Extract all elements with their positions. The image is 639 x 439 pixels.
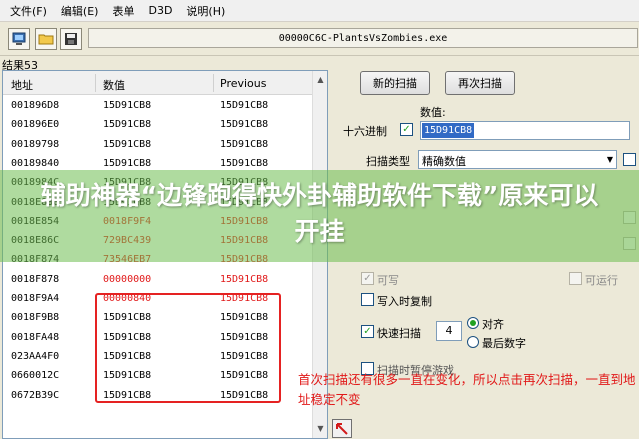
cell-address: 0018F9A4 <box>11 293 60 304</box>
process-name-field: 00000C6C-PlantsVsZombies.exe <box>88 28 638 48</box>
menu-item[interactable]: 文件(F) <box>4 1 53 21</box>
cell-value: 15D91CB8 <box>103 389 152 401</box>
open-file-button[interactable] <box>35 28 57 50</box>
table-row[interactable]: 0672B39C 15D91CB8 15D91CB8 <box>3 387 312 406</box>
scan-type-label: 扫描类型 <box>366 155 410 168</box>
arrow-icon <box>336 422 348 435</box>
pointer-button[interactable] <box>332 419 352 438</box>
cell-previous: 15D91CB8 <box>220 331 269 343</box>
table-row[interactable]: 00189798 15D91CB8 15D91CB8 <box>3 136 312 155</box>
writable-label: 可写 <box>377 274 399 287</box>
cell-value: 15D91CB8 <box>103 138 152 150</box>
table-row[interactable]: 0660012C 15D91CB8 15D91CB8 <box>3 367 312 386</box>
scan-type-select[interactable]: 精确数值 ▼ <box>418 150 617 169</box>
cell-value: 15D91CB8 <box>103 157 152 169</box>
align-label: 对齐 <box>482 318 504 331</box>
cell-address: 0018FA48 <box>11 331 60 343</box>
cell-value: 00000000 <box>103 273 152 285</box>
cell-value: 15D91CB8 <box>103 331 152 343</box>
option-checkbox[interactable] <box>623 153 636 166</box>
cell-previous: 15D91CB8 <box>220 157 269 169</box>
executable-label: 可运行 <box>585 274 618 287</box>
executable-checkbox[interactable] <box>569 272 582 285</box>
save-icon <box>65 33 77 45</box>
align-radio[interactable] <box>467 317 479 329</box>
cell-value: 00000840 <box>103 293 152 304</box>
copy-on-write-checkbox[interactable] <box>361 293 374 306</box>
chevron-down-icon: ▼ <box>606 155 613 164</box>
table-row[interactable]: 0018F9B8 15D91CB8 15D91CB8 <box>3 309 312 328</box>
value-input[interactable]: 15D91CB8 <box>420 121 630 140</box>
cell-value: 15D91CB8 <box>103 350 152 362</box>
last-digit-radio[interactable] <box>467 336 479 348</box>
cell-previous: 15D91CB8 <box>220 350 269 362</box>
menu-item[interactable]: D3D <box>142 2 178 19</box>
cell-previous: 15D91CB8 <box>220 100 269 111</box>
cell-address: 00189840 <box>11 157 60 169</box>
hex-label: 十六进制 <box>343 125 387 138</box>
value-input-text: 15D91CB8 <box>422 123 475 138</box>
annotation-text: 首次扫描还有很多一直在变化，所以点击再次扫描，一直到地址稳定不变 <box>298 372 636 407</box>
cell-previous: 15D91CB8 <box>220 312 269 324</box>
cell-value: 15D91CB8 <box>103 119 152 131</box>
scroll-down-icon[interactable]: ▼ <box>315 423 326 434</box>
computer-icon <box>12 32 26 45</box>
cell-address: 0672B39C <box>11 389 60 401</box>
cell-address: 023AA4F0 <box>11 350 60 362</box>
cell-address: 00189798 <box>11 138 60 150</box>
cell-value: 15D91CB8 <box>103 370 152 382</box>
save-button[interactable] <box>60 28 82 50</box>
fast-scan-alignment-input[interactable]: 4 <box>436 321 462 341</box>
cell-address: 0660012C <box>11 370 60 382</box>
new-scan-button[interactable]: 新的扫描 <box>360 71 430 95</box>
cell-previous: 15D91CB8 <box>220 138 269 150</box>
cell-address: 0018F878 <box>11 273 60 285</box>
fast-scan-checkbox[interactable]: ✓ <box>361 325 374 338</box>
cell-previous: 15D91CB8 <box>220 293 269 304</box>
list-header: 地址 数值 Previous <box>3 71 327 95</box>
title-banner: 辅助神器“边锋跑得快外卦辅助软件下载”原来可以开挂 <box>0 170 639 262</box>
table-row[interactable]: 001896E0 15D91CB8 15D91CB8 <box>3 116 312 135</box>
cell-previous: 15D91CB8 <box>220 273 269 285</box>
table-row[interactable]: 001896D8 15D91CB8 15D91CB8 <box>3 97 312 116</box>
menu-item[interactable]: 编辑(E) <box>55 1 105 21</box>
copy-on-write-label: 写入时复制 <box>377 295 432 308</box>
cell-previous: 15D91CB8 <box>220 370 269 382</box>
table-row[interactable]: 0018F878 00000000 15D91CB8 <box>3 271 312 290</box>
cell-previous: 15D91CB8 <box>220 119 269 131</box>
header-value[interactable]: 数值 <box>103 77 125 93</box>
table-row[interactable]: 023AA4F0 15D91CB8 15D91CB8 <box>3 348 312 367</box>
header-previous[interactable]: Previous <box>220 77 267 90</box>
column-separator[interactable] <box>95 74 96 92</box>
scan-type-value: 精确数值 <box>422 155 466 168</box>
menu-item[interactable]: 说明(H) <box>180 1 231 21</box>
value-label: 数值: <box>420 106 446 119</box>
cell-address: 0018F9B8 <box>11 312 60 324</box>
column-separator[interactable] <box>213 74 214 92</box>
hex-checkbox[interactable]: ✓ <box>400 123 413 136</box>
next-scan-button[interactable]: 再次扫描 <box>445 71 515 95</box>
table-row[interactable]: 0018FA48 15D91CB8 15D91CB8 <box>3 329 312 348</box>
menu-item[interactable]: 表单 <box>106 1 140 21</box>
cell-address: 001896E0 <box>11 119 60 131</box>
table-row[interactable]: 0018F9A4 00000840 15D91CB8 <box>3 290 312 309</box>
writable-checkbox[interactable]: ✓ <box>361 272 374 285</box>
menu-bar: 文件(F) 编辑(E) 表单 D3D 说明(H) <box>0 0 639 22</box>
cell-address: 001896D8 <box>11 100 60 111</box>
cell-value: 15D91CB8 <box>103 312 152 324</box>
header-address[interactable]: 地址 <box>11 77 33 93</box>
cell-value: 15D91CB8 <box>103 100 152 111</box>
folder-icon <box>38 34 54 45</box>
scroll-up-icon[interactable]: ▲ <box>315 74 326 85</box>
last-digit-label: 最后数字 <box>482 337 526 350</box>
cell-previous: 15D91CB8 <box>220 389 269 401</box>
fast-scan-label: 快速扫描 <box>377 327 421 340</box>
open-process-button[interactable] <box>8 28 30 50</box>
toolbar: 00000C6C-PlantsVsZombies.exe <box>0 22 639 56</box>
banner-title: 辅助神器“边锋跑得快外卦辅助软件下载”原来可以开挂 <box>40 181 599 246</box>
